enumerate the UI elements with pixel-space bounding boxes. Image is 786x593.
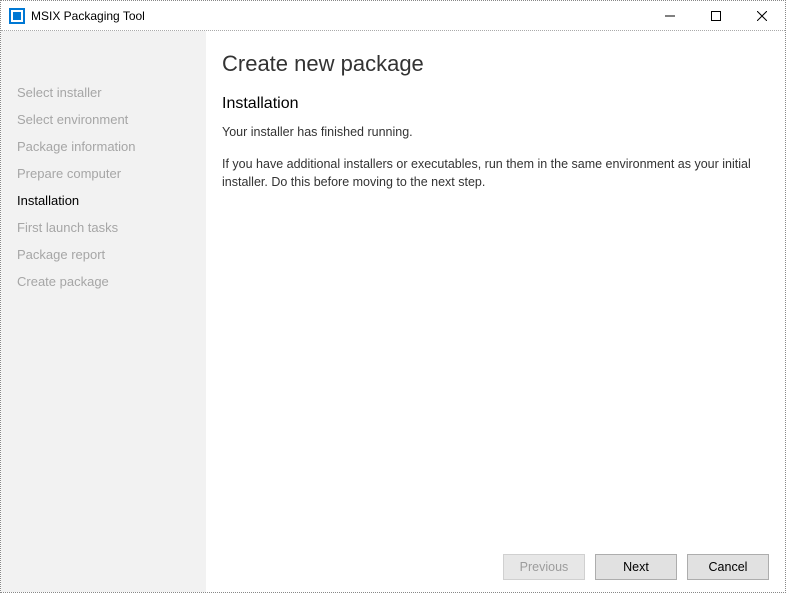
window-title: MSIX Packaging Tool xyxy=(31,9,145,23)
page-title: Create new package xyxy=(222,51,769,77)
section-title: Installation xyxy=(222,95,769,113)
wizard-sidebar: Select installerSelect environmentPackag… xyxy=(1,31,206,592)
sidebar-item-step-7: Package report xyxy=(1,241,206,268)
app-icon xyxy=(9,8,25,24)
previous-button[interactable]: Previous xyxy=(503,554,585,580)
status-text: Your installer has finished running. xyxy=(222,123,769,141)
sidebar-item-step-1: Select installer xyxy=(1,79,206,106)
wizard-footer: Previous Next Cancel xyxy=(222,544,769,580)
minimize-button[interactable] xyxy=(647,1,693,31)
titlebar: MSIX Packaging Tool xyxy=(1,1,785,31)
main-content: Create new package Installation Your ins… xyxy=(206,31,785,592)
minimize-icon xyxy=(665,11,675,21)
cancel-button[interactable]: Cancel xyxy=(687,554,769,580)
next-button[interactable]: Next xyxy=(595,554,677,580)
close-icon xyxy=(757,11,767,21)
sidebar-item-step-3: Package information xyxy=(1,133,206,160)
instruction-text: If you have additional installers or exe… xyxy=(222,155,769,191)
sidebar-item-step-5: Installation xyxy=(1,187,206,214)
close-button[interactable] xyxy=(739,1,785,31)
maximize-icon xyxy=(711,11,721,21)
maximize-button[interactable] xyxy=(693,1,739,31)
sidebar-item-step-6: First launch tasks xyxy=(1,214,206,241)
sidebar-item-step-8: Create package xyxy=(1,268,206,295)
sidebar-item-step-4: Prepare computer xyxy=(1,160,206,187)
sidebar-item-step-2: Select environment xyxy=(1,106,206,133)
